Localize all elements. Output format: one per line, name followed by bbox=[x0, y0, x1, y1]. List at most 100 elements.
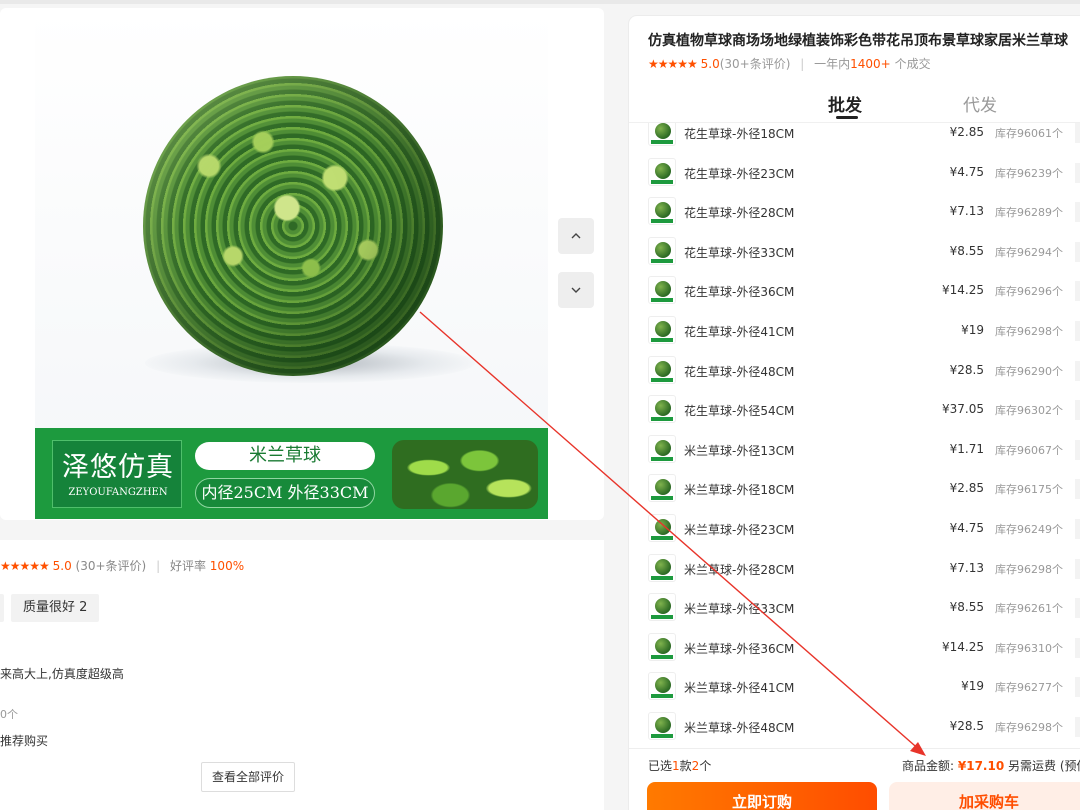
product-title: 仿真植物草球商场场地绿植装饰彩色带花吊顶布景草球家居米兰草球 bbox=[648, 33, 1068, 49]
sku-quantity-stepper[interactable] bbox=[1075, 281, 1080, 302]
reviews-section: ★★★★★ 5.0 (30+条评价) | 好评率 100% 质量很好 2 来高大… bbox=[0, 540, 604, 810]
sku-row[interactable]: 花生草球-外径48CM ¥28.5 库存96290个 bbox=[629, 351, 1080, 390]
sku-thumb-ball bbox=[655, 202, 671, 219]
sku-price: ¥28.5 bbox=[949, 719, 984, 733]
sku-thumb-banner bbox=[651, 338, 673, 342]
review-count: (30+条评价) bbox=[75, 559, 147, 573]
sku-stock: 库存96298个 bbox=[995, 721, 1063, 734]
review-tag-partial[interactable] bbox=[0, 594, 4, 622]
view-all-reviews-button[interactable]: 查看全部评价 bbox=[201, 762, 295, 792]
sku-stock: 库存96175个 bbox=[995, 483, 1063, 497]
sku-quantity-stepper[interactable] bbox=[1075, 677, 1080, 698]
sku-row[interactable]: 米兰草球-外径36CM ¥14.25 库存96310个 bbox=[629, 628, 1080, 667]
sku-stock: 库存96298个 bbox=[995, 325, 1063, 338]
sku-row[interactable]: 米兰草球-外径28CM ¥7.13 库存96298个 bbox=[629, 549, 1080, 588]
sku-price: ¥37.05 bbox=[942, 402, 984, 417]
sku-name: 米兰草球-外径18CM bbox=[684, 483, 795, 498]
sku-quantity-stepper[interactable] bbox=[1075, 637, 1080, 658]
purchase-panel: 仿真植物草球商场场地绿植装饰彩色带花吊顶布景草球家居米兰草球 ★★★★★ 5.0… bbox=[629, 16, 1080, 810]
sku-thumb-banner bbox=[651, 140, 673, 144]
sku-row[interactable]: 米兰草球-外径23CM ¥4.75 库存96249个 bbox=[629, 509, 1080, 548]
order-summary: 已选1款2个 商品金额: ¥17.10 另需运费 (预估 bbox=[629, 748, 1080, 778]
banner-product-name: 米兰草球 bbox=[195, 442, 375, 470]
sku-row[interactable]: 花生草球-外径41CM ¥19 库存96298个 bbox=[629, 311, 1080, 350]
sku-stock: 库存96298个 bbox=[995, 562, 1063, 576]
sku-row[interactable]: 花生草球-外径36CM ¥14.25 库存96296个 bbox=[629, 271, 1080, 310]
review-recommend: 推荐购买 bbox=[0, 734, 49, 748]
sku-quantity-stepper[interactable] bbox=[1075, 162, 1080, 183]
sku-thumb-banner bbox=[651, 496, 673, 501]
sku-quantity-stepper[interactable] bbox=[1075, 439, 1080, 460]
tab-wholesale[interactable]: 批发 bbox=[828, 91, 862, 116]
sku-row[interactable]: 米兰草球-外径18CM ¥2.85 库存96175个 bbox=[629, 469, 1080, 508]
sku-thumbnail bbox=[648, 316, 676, 344]
review-count[interactable]: (30+条评价) bbox=[720, 57, 791, 71]
sku-quantity-stepper[interactable] bbox=[1075, 400, 1080, 421]
chevron-up-icon bbox=[571, 233, 581, 239]
review-tag[interactable]: 质量很好 2 bbox=[11, 594, 100, 622]
sku-name: 米兰草球-外径48CM bbox=[684, 721, 795, 735]
sku-thumbnail bbox=[648, 514, 676, 542]
sku-stock: 库存96290个 bbox=[995, 364, 1063, 378]
sku-quantity-stepper[interactable] bbox=[1075, 202, 1080, 223]
sku-thumb-banner bbox=[651, 694, 673, 699]
sku-quantity-stepper[interactable] bbox=[1075, 717, 1080, 737]
rating-stars-icon: ★★★★★ bbox=[648, 57, 698, 71]
sku-row[interactable]: 花生草球-外径33CM ¥8.55 库存96294个 bbox=[629, 232, 1080, 271]
sku-price: ¥4.75 bbox=[949, 521, 984, 535]
sku-price: ¥8.55 bbox=[949, 243, 984, 258]
sku-stock: 库存96277个 bbox=[995, 681, 1063, 695]
sku-thumbnail bbox=[648, 236, 676, 265]
sku-row[interactable]: 花生草球-外径28CM ¥7.13 库存96289个 bbox=[629, 192, 1080, 231]
sku-quantity-stepper[interactable] bbox=[1075, 360, 1080, 381]
sku-thumbnail bbox=[648, 672, 676, 701]
review-snippet: 来高大上,仿真度超级高 bbox=[0, 667, 124, 681]
gallery-up-button[interactable] bbox=[558, 218, 594, 254]
sku-list: 花生草球-外径18CM ¥2.85 库存96061个 花生草球-外径23CM ¥4.75… bbox=[629, 122, 1080, 748]
good-rate-value: 100% bbox=[209, 559, 245, 573]
sku-quantity-stepper[interactable] bbox=[1075, 241, 1080, 262]
sku-quantity-stepper[interactable] bbox=[1075, 519, 1080, 539]
main-product-image[interactable]: 泽悠仿真 ZEYOUFANGZHEN 米兰草球 内径25CM 外径33CM bbox=[35, 8, 548, 519]
sku-quantity-stepper[interactable] bbox=[1075, 321, 1080, 341]
sku-row[interactable]: 花生草球-外径18CM ¥2.85 库存96061个 bbox=[629, 123, 1080, 152]
sku-stock: 库存96289个 bbox=[995, 206, 1063, 220]
sku-price: ¥14.25 bbox=[942, 639, 984, 654]
sku-quantity-stepper[interactable] bbox=[1075, 123, 1080, 143]
banner-dimensions: 内径25CM 外径33CM bbox=[195, 478, 375, 508]
tab-active-underline bbox=[836, 116, 858, 119]
sku-row[interactable]: 米兰草球-外径33CM ¥8.55 库存96261个 bbox=[629, 588, 1080, 627]
sku-row[interactable]: 花生草球-外径23CM ¥4.75 库存96239个 bbox=[629, 153, 1080, 192]
sku-thumb-banner bbox=[651, 377, 673, 382]
sku-price: ¥2.85 bbox=[949, 481, 984, 496]
sku-name: 花生草球-外径41CM bbox=[684, 325, 795, 339]
sku-thumb-banner bbox=[651, 734, 673, 738]
sku-row[interactable]: 花生草球-外径54CM ¥37.05 库存96302个 bbox=[629, 390, 1080, 429]
sku-thumb-ball bbox=[655, 241, 671, 258]
brand-box: 泽悠仿真 ZEYOUFANGZHEN bbox=[52, 440, 182, 508]
sku-name: 花生草球-外径23CM bbox=[684, 166, 795, 181]
sku-thumbnail bbox=[648, 395, 676, 424]
gallery-down-button[interactable] bbox=[558, 272, 594, 308]
tab-dropship[interactable]: 代发 bbox=[963, 91, 997, 116]
sku-thumb-ball bbox=[655, 281, 671, 298]
sku-thumb-banner bbox=[651, 258, 673, 263]
sales-number: 1400+ bbox=[850, 57, 891, 71]
sku-quantity-stepper[interactable] bbox=[1075, 558, 1080, 579]
sku-thumb-banner bbox=[651, 298, 673, 303]
order-now-button[interactable]: 立即订购 bbox=[647, 782, 877, 810]
separator: | bbox=[156, 559, 161, 573]
sku-row[interactable]: 米兰草球-外径48CM ¥28.5 库存96298个 bbox=[629, 707, 1080, 746]
sku-price: ¥7.13 bbox=[949, 204, 984, 219]
sku-stock: 库存96302个 bbox=[995, 404, 1063, 418]
sku-quantity-stepper[interactable] bbox=[1075, 479, 1080, 500]
sku-row[interactable]: 米兰草球-外径13CM ¥1.71 库存96067个 bbox=[629, 430, 1080, 469]
sku-thumbnail bbox=[648, 632, 676, 661]
sku-row[interactable]: 米兰草球-外径41CM ¥19 库存96277个 bbox=[629, 667, 1080, 706]
sku-thumb-banner bbox=[651, 456, 673, 461]
sales-suffix: 个成交 bbox=[894, 57, 931, 71]
sku-thumbnail bbox=[648, 157, 676, 186]
add-to-cart-button[interactable]: 加采购车 bbox=[889, 782, 1080, 810]
sku-quantity-stepper[interactable] bbox=[1075, 598, 1080, 619]
good-rate-label: 好评率 bbox=[169, 559, 206, 573]
